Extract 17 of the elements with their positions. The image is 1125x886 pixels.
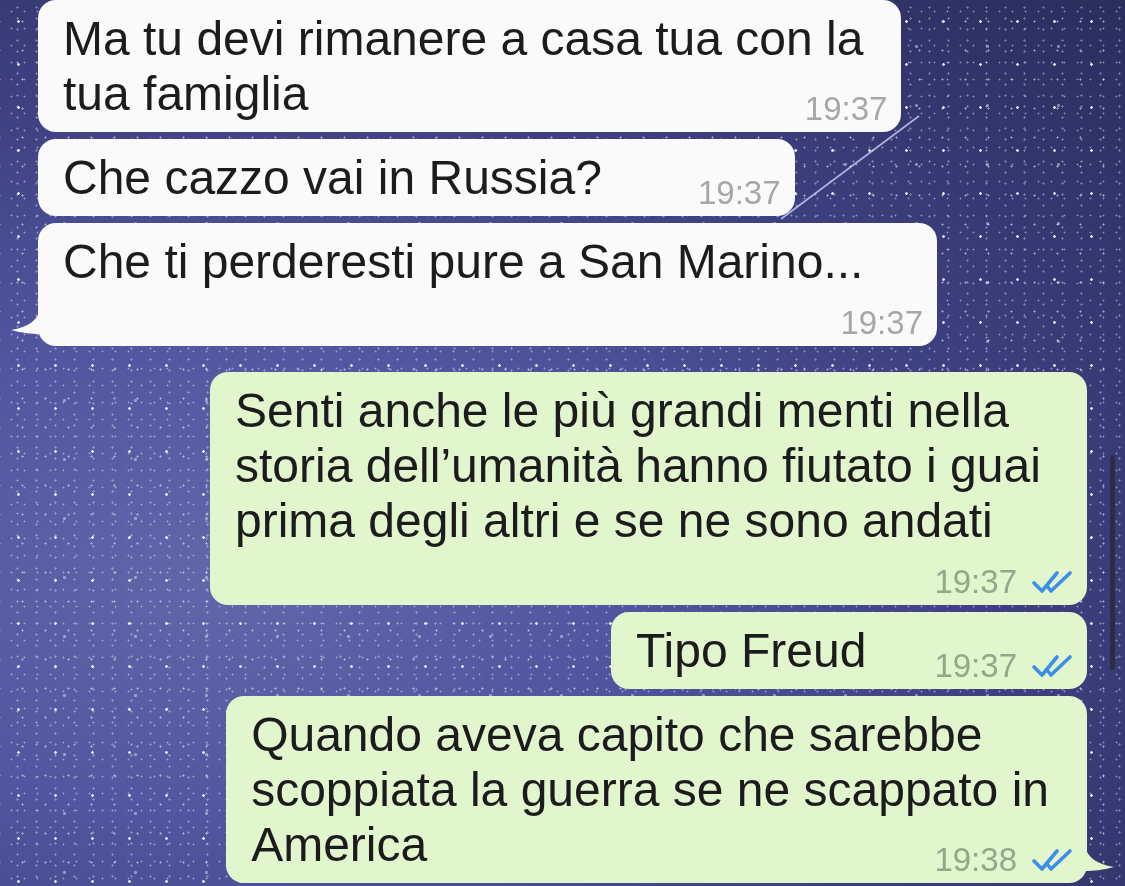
message-text: America	[251, 817, 428, 872]
message-text: Quando aveva capito che sarebbe	[251, 707, 983, 762]
message-time: 19:37	[697, 178, 781, 208]
message-text: prima degli altri e se ne sono andati	[235, 493, 993, 548]
message-time: 19:37	[934, 651, 1017, 681]
message-text: Tipo Freud	[636, 623, 867, 678]
message-text: scoppiata la guerra se ne scappato in	[251, 762, 1049, 817]
message-time: 19:37	[840, 308, 923, 338]
message-text: Senti anche le più grandi menti nella	[235, 383, 1009, 438]
message-text: Che ti perderesti pure a San Marino...	[63, 234, 864, 289]
message-text: tua famiglia	[63, 66, 309, 121]
message-time: 19:38	[934, 845, 1017, 875]
message-text: storia dell’umanità hanno fiutato i guai	[235, 438, 1041, 493]
message-time: 19:37	[934, 567, 1017, 597]
message-text: Che cazzo vai in Russia?	[63, 150, 602, 205]
message-time: 19:37	[804, 94, 888, 124]
message-text: Ma tu devi rimanere a casa tua con la	[63, 11, 864, 66]
